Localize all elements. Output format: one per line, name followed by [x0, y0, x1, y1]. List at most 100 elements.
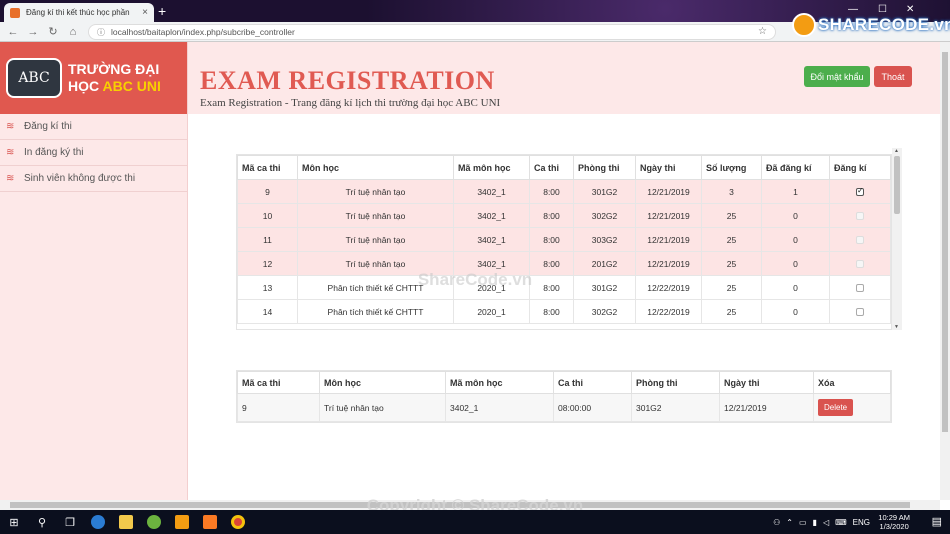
cell-ma-mon: 3402_1	[445, 393, 554, 422]
scrollbar-thumb[interactable]	[10, 502, 910, 508]
col-dang-ki: Đăng kí	[829, 155, 891, 180]
register-checkbox[interactable]	[856, 308, 864, 317]
logout-button[interactable]: Thoát	[874, 66, 912, 87]
edge-icon[interactable]	[84, 510, 112, 534]
task-view-icon[interactable]: ❐	[56, 510, 84, 534]
school-name-prefix: HỌC	[68, 78, 100, 94]
scroll-up-icon[interactable]: ▲	[894, 148, 899, 154]
col-phong-thi: Phòng thi	[573, 155, 636, 180]
people-icon[interactable]: ⚇	[773, 518, 780, 527]
sharecode-logo-icon	[792, 13, 816, 37]
chevron-up-icon[interactable]: ⌃	[786, 518, 793, 527]
cell-da-dk: 0	[761, 227, 830, 252]
register-checkbox	[856, 212, 864, 221]
info-icon: ⓘ	[97, 27, 105, 37]
reload-icon[interactable]: ↻	[46, 25, 60, 38]
scrollbar-thumb[interactable]	[894, 156, 900, 214]
register-checkbox[interactable]	[856, 284, 864, 293]
col-ma-ca-thi: Mã ca thi	[237, 371, 320, 394]
cell-ma-ca: 10	[237, 203, 298, 228]
cell-dang-ki	[829, 275, 891, 300]
stack-icon: ≋	[6, 147, 15, 158]
new-tab-icon[interactable]: +	[158, 4, 166, 18]
cell-phong: 201G2	[573, 251, 636, 276]
volume-icon[interactable]: ◁	[823, 518, 829, 527]
col-ma-mon-hoc: Mã môn học	[445, 371, 554, 394]
table-row: 13 Phân tích thiết kế CHTTT 2020_1 8:00 …	[237, 275, 891, 300]
cell-da-dk: 0	[761, 275, 830, 300]
xampp-icon[interactable]	[196, 510, 224, 534]
cell-ca: 8:00	[529, 275, 574, 300]
register-checkbox	[856, 236, 864, 245]
search-icon[interactable]: ⚲	[28, 510, 56, 534]
cell-dang-ki	[829, 203, 891, 228]
cell-xoa: Delete	[813, 393, 891, 422]
network-icon[interactable]: ▭	[799, 518, 807, 527]
cell-mon: Trí tuệ nhân tạo	[319, 393, 446, 422]
page-scrollbar[interactable]	[940, 42, 950, 500]
app-green-icon[interactable]	[140, 510, 168, 534]
back-icon[interactable]: ←	[6, 26, 20, 38]
cell-ngay: 12/22/2019	[635, 275, 702, 300]
stack-icon: ≋	[6, 173, 15, 184]
delete-button[interactable]: Delete	[818, 399, 854, 416]
cell-ma-ca: 9	[237, 393, 320, 422]
cell-ma-mon: 3402_1	[453, 179, 530, 204]
forward-icon[interactable]: →	[26, 26, 40, 38]
home-icon[interactable]: ⌂	[66, 26, 80, 38]
cell-mon: Trí tuệ nhân tạo	[297, 227, 454, 252]
cell-phong: 301G2	[573, 179, 636, 204]
exam-table-scrollbar[interactable]: ▲ ▼	[892, 148, 902, 330]
keyboard-icon[interactable]: ⌨	[835, 518, 847, 527]
url-input[interactable]: ⓘ localhost/baitaplon/index.php/subcribe…	[88, 24, 776, 40]
cell-so-luong: 25	[701, 203, 762, 228]
exam-table-container[interactable]: Mã ca thi Môn học Mã môn học Ca thi Phòn…	[236, 154, 892, 330]
battery-icon[interactable]: ▮	[813, 518, 817, 527]
tab-title: Đăng kí thi kết thúc học phần	[26, 8, 130, 17]
school-name: TRƯỜNG ĐẠI HỌC ABC UNI	[68, 61, 161, 95]
sidebar-item-sinh-vien-khong-duoc-thi[interactable]: ≋ Sinh viên không được thi	[0, 166, 187, 192]
cell-ngay: 12/21/2019	[635, 251, 702, 276]
register-checkbox[interactable]	[856, 186, 864, 197]
col-ca-thi: Ca thi	[553, 371, 632, 394]
cell-ma-mon: 2020_1	[453, 275, 530, 300]
main-content: EXAM REGISTRATION Exam Registration - Tr…	[188, 42, 940, 500]
chrome-icon[interactable]	[224, 510, 252, 534]
sublime-icon[interactable]	[168, 510, 196, 534]
cell-dang-ki	[829, 179, 891, 204]
language-indicator[interactable]: ENG	[853, 518, 870, 527]
cell-phong: 302G2	[573, 299, 636, 324]
school-name-line2: HỌC ABC UNI	[68, 78, 161, 95]
cell-ca: 8:00	[529, 251, 574, 276]
taskbar: ⊞ ⚲ ❐ ⚇ ⌃ ▭ ▮ ◁ ⌨ ENG 10:29 AM 1/3/2020 …	[0, 510, 950, 534]
cell-mon: Trí tuệ nhân tạo	[297, 203, 454, 228]
scroll-down-icon[interactable]: ▼	[894, 324, 899, 330]
horizontal-scrollbar[interactable]	[0, 500, 940, 510]
cell-phong: 301G2	[631, 393, 720, 422]
bookmark-star-icon[interactable]: ☆	[758, 26, 767, 37]
cell-mon: Phân tích thiết kế CHTTT	[297, 275, 454, 300]
sidebar-item-in-dang-ky-thi[interactable]: ≋ In đăng ký thi	[0, 140, 187, 166]
col-ngay-thi: Ngày thi	[719, 371, 814, 394]
close-tab-icon[interactable]: ×	[142, 7, 148, 18]
change-password-button[interactable]: Đổi mật khẩu	[804, 66, 870, 87]
cell-ca: 8:00	[529, 179, 574, 204]
cell-ngay: 12/21/2019	[635, 227, 702, 252]
clock[interactable]: 10:29 AM 1/3/2020	[878, 513, 910, 531]
cell-ma-ca: 14	[237, 299, 298, 324]
cell-dang-ki	[829, 299, 891, 324]
cell-dang-ki	[829, 251, 891, 276]
browser-tab[interactable]: Đăng kí thi kết thúc học phần ×	[4, 3, 154, 22]
table-row: 11 Trí tuệ nhân tạo 3402_1 8:00 303G2 12…	[237, 227, 891, 252]
table-row: 14 Phân tích thiết kế CHTTT 2020_1 8:00 …	[237, 299, 891, 324]
file-explorer-icon[interactable]	[112, 510, 140, 534]
notification-icon[interactable]: ▤	[932, 515, 942, 528]
cell-phong: 303G2	[573, 227, 636, 252]
url-text: localhost/baitaplon/index.php/subcribe_c…	[111, 27, 295, 37]
cell-mon: Phân tích thiết kế CHTTT	[297, 299, 454, 324]
sidebar-item-dang-ki-thi[interactable]: ≋ Đăng kí thi	[0, 114, 187, 140]
col-so-luong: Số lượng	[701, 155, 762, 180]
scrollbar-thumb[interactable]	[942, 52, 948, 432]
cell-dang-ki	[829, 227, 891, 252]
windows-start-icon[interactable]: ⊞	[0, 510, 28, 534]
